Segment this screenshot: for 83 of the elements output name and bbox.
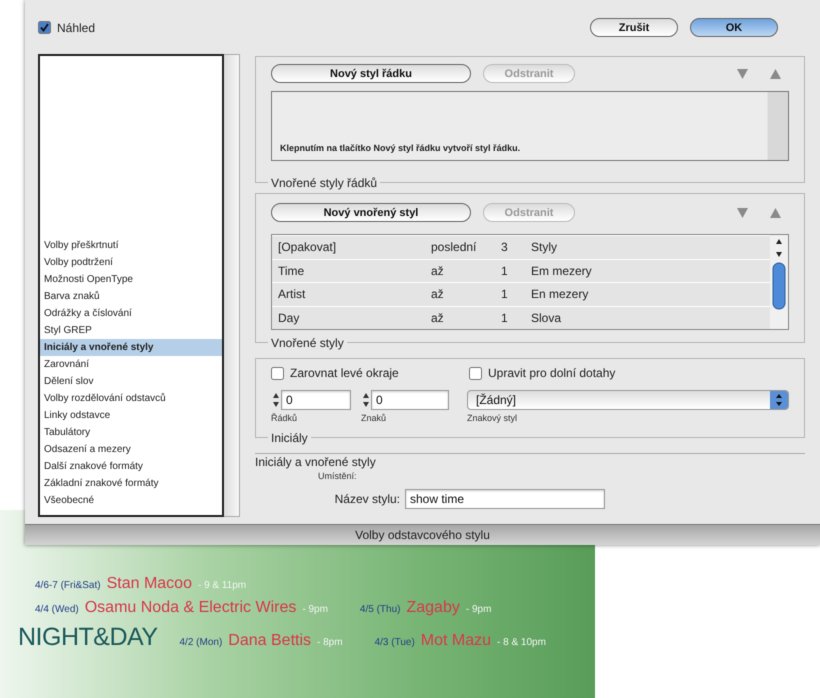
up-arrow-icon[interactable] bbox=[770, 68, 781, 78]
event-time: - 9pm bbox=[466, 604, 492, 615]
artist-name: Mot Mazu bbox=[420, 632, 492, 650]
field-label: Znaků bbox=[361, 413, 386, 423]
table-cell-text: 1 bbox=[500, 287, 509, 302]
sidebar-item[interactable]: Zarovnání bbox=[40, 356, 222, 373]
table-row[interactable]: Day až 1 Slova bbox=[272, 306, 770, 329]
dropdown-arrows-icon bbox=[770, 391, 788, 409]
location-label: Umístění: bbox=[318, 471, 357, 481]
sidebar-item[interactable]: Další znakové formáty bbox=[40, 458, 222, 475]
sidebar-item[interactable]: Barva znaků bbox=[40, 288, 222, 305]
table-cell-text: Day bbox=[277, 310, 300, 325]
event-time: - 8pm bbox=[317, 637, 343, 648]
event-time: - 9pm bbox=[302, 604, 328, 615]
sidebar-item[interactable]: Iniciály a vnořené styly bbox=[40, 339, 222, 356]
table-cell-text: 1 bbox=[500, 264, 509, 278]
event-date: 4/2 (Mon) bbox=[180, 637, 222, 648]
sidebar-item[interactable]: Všeobecné bbox=[40, 492, 222, 509]
checkbox-label: Zarovnat levé okraje bbox=[290, 366, 399, 380]
lines-field[interactable]: 0 bbox=[281, 390, 351, 410]
new-line-style-button[interactable]: Nový styl řádku bbox=[271, 64, 471, 83]
sidebar-item[interactable]: Volby podtržení bbox=[40, 254, 222, 271]
character-style-dropdown[interactable]: [Žádný] bbox=[467, 390, 789, 410]
table-cell-text: Artist bbox=[277, 287, 306, 302]
field-label: Řádků bbox=[271, 413, 298, 423]
section-title: Iniciály a vnořené styly bbox=[255, 453, 805, 470]
table-cell-text: Em mezery bbox=[530, 264, 593, 278]
down-arrow-icon[interactable] bbox=[737, 208, 748, 218]
style-name-label: Název stylu: bbox=[334, 492, 401, 506]
checkbox-label: Upravit pro dolní dotahy bbox=[488, 366, 616, 380]
group-legend: Vnořené styly bbox=[268, 336, 347, 350]
table-row[interactable]: Time až 1 Em mezery bbox=[272, 258, 770, 282]
checkbox[interactable] bbox=[469, 366, 482, 380]
sidebar-item[interactable]: Odrážky a číslování bbox=[40, 305, 222, 322]
down-arrow-icon[interactable] bbox=[737, 68, 748, 78]
table-cell-text: Time bbox=[277, 264, 306, 278]
ok-button[interactable]: OK bbox=[690, 18, 778, 37]
event-date: 4/4 (Wed) bbox=[35, 604, 79, 615]
event-date: 4/3 (Tue) bbox=[374, 637, 415, 648]
table-cell-text: až bbox=[430, 310, 445, 325]
sidebar-item[interactable]: Tabulátory bbox=[40, 424, 222, 441]
up-arrow-icon[interactable] bbox=[770, 208, 781, 218]
sidebar-item[interactable]: Dělení slov bbox=[40, 373, 222, 390]
group-legend: Iniciály bbox=[268, 431, 311, 445]
event-time: - 9 & 11pm bbox=[198, 580, 246, 591]
artist-name: Osamu Noda & Electric Wires bbox=[84, 599, 296, 617]
new-nested-style-button[interactable]: Nový vnořený styl bbox=[271, 203, 471, 222]
table-cell-text: 1 bbox=[500, 310, 509, 325]
table-cell-text: poslední bbox=[430, 240, 478, 254]
checkbox[interactable] bbox=[271, 366, 284, 380]
field-label: Znakový styl bbox=[467, 413, 518, 423]
table-row[interactable]: [Opakovat] poslední 3 Styly bbox=[272, 235, 770, 258]
cancel-button[interactable]: Zrušit bbox=[590, 18, 678, 37]
table-cell-text: [Opakovat] bbox=[277, 240, 338, 254]
event-date: 4/5 (Thu) bbox=[360, 604, 400, 615]
sidebar-item[interactable]: Možnosti OpenType bbox=[40, 271, 222, 288]
checkbox-label: Náhled bbox=[57, 20, 96, 34]
group-legend: Vnořené styly řádků bbox=[268, 176, 380, 190]
sidebar-item[interactable]: Základní znakové formáty bbox=[40, 475, 222, 492]
sidebar-item[interactable]: Volby rozdělování odstavců bbox=[40, 390, 222, 407]
table-cell-text: 3 bbox=[500, 240, 509, 254]
sidebar-item[interactable]: Styl GREP bbox=[40, 322, 222, 339]
sidebar-item[interactable]: Volby přeškrtnutí bbox=[40, 237, 222, 254]
artist-name: Dana Bettis bbox=[228, 632, 312, 650]
table-cell-text: Styly bbox=[530, 240, 558, 254]
scrollbar[interactable] bbox=[770, 235, 788, 329]
table-cell-text: až bbox=[430, 287, 445, 302]
banner-title: NIGHT&DAY bbox=[18, 623, 158, 652]
window-title: Volby odstavcového stylu bbox=[25, 524, 820, 545]
characters-field[interactable]: 0 bbox=[371, 390, 449, 410]
event-time: - 8 & 10pm bbox=[497, 637, 546, 648]
hint-text: Klepnutím na tlačítko Nový styl řádku vytvoří styl řádku. bbox=[280, 143, 520, 153]
sidebar-item[interactable]: Odsazení a mezery bbox=[40, 441, 222, 458]
style-name-field[interactable]: show time bbox=[405, 489, 605, 509]
artist-name: Zagaby bbox=[406, 599, 460, 617]
table-row[interactable]: Artist až 1 En mezery bbox=[272, 282, 770, 306]
event-date: 4/6-7 (Fri&Sat) bbox=[35, 580, 101, 591]
sidebar-item[interactable]: Linky odstavce bbox=[40, 407, 222, 424]
artist-name: Stan Macoo bbox=[106, 575, 192, 593]
table-cell-text: En mezery bbox=[530, 287, 590, 302]
table-cell-text: až bbox=[430, 264, 445, 278]
checked-checkbox[interactable] bbox=[38, 21, 51, 34]
table-cell-text: Slova bbox=[530, 310, 562, 325]
